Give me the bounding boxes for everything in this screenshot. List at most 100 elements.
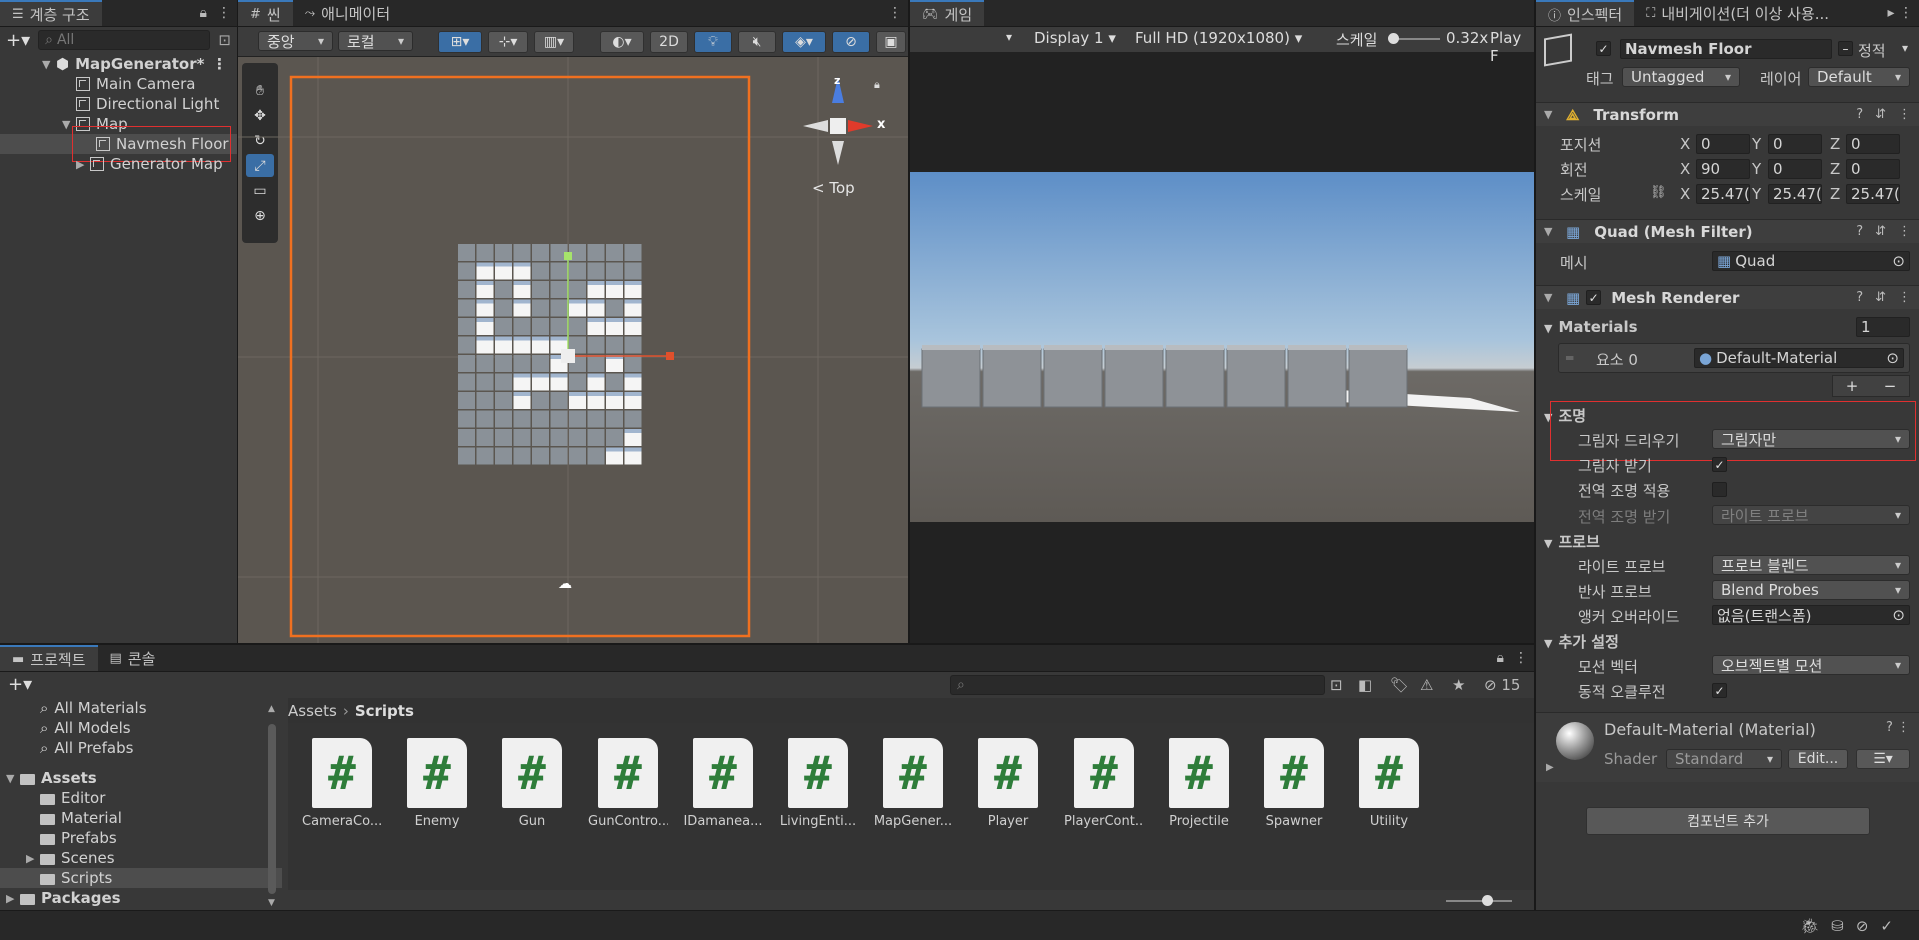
favorite-icon[interactable]: ★ [1452, 676, 1465, 694]
reflection-probe-dropdown[interactable]: Blend Probes [1712, 580, 1910, 600]
hidden-objects-icon[interactable]: ⊘ [832, 31, 870, 53]
tree-item[interactable]: ⌕ All Models [0, 718, 282, 738]
transform-rotation-field[interactable]: 90 [1696, 159, 1750, 179]
tab-inspector[interactable]: ⓘ 인스펙터 [1536, 0, 1635, 26]
pivot-dropdown[interactable]: 중앙 [258, 31, 333, 51]
tab-game[interactable]: 🎮︎ 게임 [910, 0, 985, 26]
layer-dropdown[interactable]: Default [1808, 67, 1910, 87]
search-scope-icon[interactable]: ⊡ [1330, 676, 1343, 694]
game-mode-dropdown[interactable]: ▾ [1006, 30, 1012, 44]
gizmo-view-label[interactable]: < Top [812, 179, 855, 197]
additional-settings-label[interactable]: ▼ 추가 설정 [1544, 631, 1619, 652]
filter-type-icon[interactable]: ◧ [1358, 676, 1372, 694]
game-viewport[interactable] [910, 172, 1534, 522]
grid-visibility-button[interactable]: ▥▾ [534, 31, 574, 53]
lighting-toggle-icon[interactable]: 💡︎ [694, 31, 732, 53]
help-icon[interactable]: ? [1856, 224, 1863, 239]
object-name-input[interactable]: Navmesh Floor [1620, 39, 1832, 59]
asset-file[interactable]: # Spawner [1254, 738, 1334, 829]
lock-icon[interactable]: 🔒︎ [200, 5, 207, 21]
transform-header[interactable]: ▼ ⟁ Transform ? ⇵ ⋮ [1536, 102, 1919, 126]
tab-animator[interactable]: ⤳ 애니메이터 [293, 0, 402, 26]
object-picker-icon[interactable]: ⊙ [1892, 252, 1905, 270]
more-icon[interactable]: ⋮ [1514, 650, 1528, 666]
tree-item[interactable]: ▶ Packages [0, 888, 282, 908]
more-icon[interactable]: ⋮ [1898, 290, 1911, 305]
transform-scale-field[interactable]: 25.47( [1696, 184, 1750, 204]
asset-file[interactable]: # Projectile [1159, 738, 1239, 829]
object-picker-icon[interactable]: ⊙ [1886, 349, 1899, 367]
hierarchy-item[interactable]: Main Camera [0, 74, 237, 94]
tree-item[interactable]: ⌕ All Materials [0, 698, 282, 718]
light-probe-dropdown[interactable]: 프로브 블렌드 [1712, 555, 1910, 575]
play-focus-dropdown[interactable]: Play F [1490, 29, 1534, 65]
remove-element-icon[interactable]: − [1884, 377, 1897, 395]
receive-shadows-checkbox[interactable]: ✓ [1712, 457, 1727, 472]
effects-toggle-icon[interactable]: ◈▾ [782, 31, 826, 53]
add-icon[interactable]: +▾ [6, 30, 30, 51]
grid-snap-button[interactable]: ⊞▾ [438, 31, 482, 53]
help-icon[interactable]: ? [1886, 720, 1893, 735]
transform-scale-field[interactable]: 25.47( [1846, 184, 1900, 204]
snap-increment-button[interactable]: ⊹▾ [488, 31, 528, 53]
auto-generate-icon[interactable]: ⊘ [1856, 917, 1881, 935]
tab-console[interactable]: ▤ 콘솔 [98, 645, 168, 671]
preset-icon[interactable]: ⇵ [1875, 107, 1886, 122]
asset-file[interactable]: # Enemy [397, 738, 477, 829]
material-field[interactable]: ● Default-Material ⊙ [1694, 348, 1904, 368]
search-options-icon[interactable]: ⊡ [218, 31, 231, 49]
more-icon[interactable]: ⋮ [1898, 107, 1911, 122]
materials-label[interactable]: ▼ Materials [1544, 318, 1638, 336]
tree-item[interactable]: ▼ Assets [0, 768, 282, 788]
mesh-renderer-header[interactable]: ▼ ▦ ✓ Mesh Renderer ? ⇵ ⋮ [1536, 285, 1919, 309]
shader-edit-button[interactable]: Edit... [1788, 749, 1848, 769]
scale-slider[interactable] [1388, 33, 1440, 44]
breadcrumb-item[interactable]: Assets [288, 702, 337, 720]
drag-handle-icon[interactable]: ═ [1566, 351, 1573, 365]
transform-position-field[interactable]: 0 [1696, 134, 1750, 154]
transform-scale-field[interactable]: 25.47( [1768, 184, 1822, 204]
tree-item[interactable]: Editor [0, 788, 282, 808]
enabled-checkbox[interactable]: ✓ [1586, 290, 1602, 305]
cache-icon[interactable]: ⛁ [1831, 917, 1856, 935]
asset-file[interactable]: # GunContro... [588, 738, 668, 829]
tree-item[interactable]: Material [0, 808, 282, 828]
warning-icon[interactable]: ⚠ [1420, 676, 1433, 694]
gizmo-lock-icon[interactable]: 🔒︎ [874, 78, 880, 92]
transform-position-field[interactable]: 0 [1846, 134, 1900, 154]
asset-file[interactable]: # LivingEnti... [778, 738, 858, 829]
mesh-filter-header[interactable]: ▼ ▦ Quad (Mesh Filter) ? ⇵ ⋮ [1536, 219, 1919, 243]
expand-icon[interactable]: ▼ [42, 58, 56, 71]
icon-size-slider[interactable] [1446, 895, 1512, 906]
collapse-icon[interactable]: ▶ [6, 892, 20, 905]
transform-rotation-field[interactable]: 0 [1768, 159, 1822, 179]
material-foldout-icon[interactable]: ▶ [1546, 762, 1554, 773]
scroll-down-icon[interactable]: ▼ [268, 898, 275, 908]
scroll-up-icon[interactable]: ▲ [268, 704, 275, 714]
more-icon[interactable]: ⋮ [212, 55, 227, 73]
shader-dropdown[interactable]: Standard [1666, 749, 1782, 769]
preset-icon[interactable]: ⇵ [1875, 224, 1886, 239]
active-checkbox[interactable]: ✓ [1596, 41, 1611, 56]
static-checkbox[interactable]: – [1838, 41, 1853, 56]
tree-scrollbar[interactable] [268, 724, 276, 894]
help-icon[interactable]: ? [1856, 107, 1863, 122]
tree-item-selected[interactable]: Scripts [0, 868, 282, 888]
anchor-override-field[interactable]: 없음(트랜스폼) ⊙ [1712, 605, 1910, 625]
static-dropdown[interactable]: ▾ [1902, 41, 1908, 55]
add-element-icon[interactable]: + [1846, 377, 1859, 395]
tab-hierarchy[interactable]: ☰ 계층 구조 [0, 0, 102, 26]
space-dropdown[interactable]: 로컬 [338, 31, 413, 51]
check-icon[interactable]: ✓ [1880, 917, 1905, 935]
tab-navigation[interactable]: ⛶ 내비게이션(더 이상 사용... [1634, 0, 1841, 26]
dynamic-occlusion-checkbox[interactable]: ✓ [1712, 683, 1727, 698]
draw-mode-button[interactable]: ◐▾ [600, 31, 644, 53]
asset-file[interactable]: # CameraCo... [302, 738, 382, 829]
resolution-dropdown[interactable]: Full HD (1920x1080) ▾ [1135, 29, 1302, 47]
audio-toggle-icon[interactable]: 🔇︎ [738, 31, 776, 53]
asset-file[interactable]: # Utility [1349, 738, 1429, 829]
mesh-field[interactable]: ▦ Quad ⊙ [1712, 251, 1910, 271]
more-icon[interactable]: ⋮ [888, 5, 902, 21]
material-options-button[interactable]: ☰▾ [1856, 749, 1910, 769]
materials-count-input[interactable]: 1 [1856, 317, 1910, 337]
